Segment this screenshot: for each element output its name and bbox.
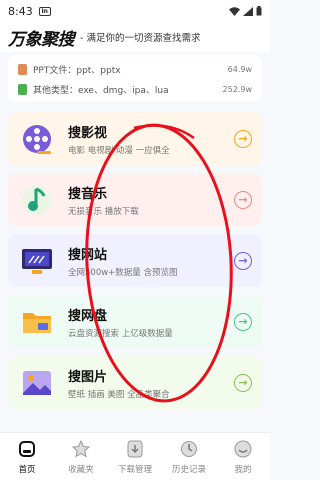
image-icon <box>23 370 51 395</box>
tab-label: 收藏夹 <box>68 464 94 475</box>
file-type-row-ppt[interactable]: PPT文件：ppt、pptx 64.9w <box>18 59 252 79</box>
file-type-label: PPT文件：ppt、pptx <box>33 65 121 76</box>
wifi-icon <box>229 6 240 16</box>
card-search-images[interactable]: 搜图片 壁纸 插画 美图 全品类聚合 → <box>8 356 262 409</box>
signal-icon <box>243 6 253 16</box>
tab-label: 首页 <box>18 464 36 475</box>
music-note-icon <box>22 184 52 215</box>
bottom-tab-bar: 首页 收藏夹 下载管理 历史记录 我的 <box>0 432 270 480</box>
file-type-card: PPT文件：ppt、pptx 64.9w 其他类型：exe、dmg、ipa、lu… <box>8 55 262 102</box>
arrow-right-icon[interactable]: → <box>234 129 252 148</box>
file-type-count: 64.9w <box>227 64 252 74</box>
brand-logo-text: 万象聚搜 <box>8 29 75 50</box>
card-desc: 无损音乐 播放下载 <box>68 206 139 217</box>
status-time: 8:43 <box>8 4 33 18</box>
card-title: 搜音乐 <box>68 186 108 202</box>
star-icon <box>71 439 91 457</box>
card-search-cloud-drive[interactable]: 搜网盘 云盘资源搜索 上亿级数据量 → <box>8 295 262 348</box>
card-search-music[interactable]: 搜音乐 无损音乐 播放下载 → <box>8 173 262 226</box>
tab-label: 历史记录 <box>171 464 206 475</box>
tab-label: 我的 <box>234 464 252 475</box>
history-icon <box>181 440 197 457</box>
card-title: 搜网站 <box>68 247 108 263</box>
card-desc: 云盘资源搜索 上亿级数据量 <box>68 328 173 339</box>
card-desc: 电影 电视剧 动漫 一应俱全 <box>68 145 170 156</box>
tab-label: 下载管理 <box>117 464 152 475</box>
card-title: 搜图片 <box>68 369 108 385</box>
arrow-right-icon[interactable]: → <box>234 190 252 209</box>
film-reel-icon <box>23 124 51 154</box>
other-file-icon <box>18 83 27 95</box>
download-icon <box>127 440 143 457</box>
file-type-row-other[interactable]: 其他类型：exe、dmg、ipa、lua 252.9w <box>18 79 252 99</box>
monitor-icon <box>22 248 52 274</box>
tab-profile[interactable]: 我的 <box>216 433 270 480</box>
card-search-website[interactable]: 搜网站 全网500w+数据量 含预览图 → <box>8 234 262 287</box>
home-icon <box>19 440 35 457</box>
notification-icon: In <box>38 6 51 16</box>
arrow-right-icon[interactable]: → <box>234 251 252 270</box>
card-desc: 壁纸 插画 美图 全品类聚合 <box>68 389 170 400</box>
app-header: 万象聚搜 - 满足你的一切资源查找需求 <box>0 22 270 52</box>
folder-icon <box>23 312 51 333</box>
tab-favorites[interactable]: 收藏夹 <box>54 433 108 480</box>
card-title: 搜影视 <box>68 125 108 141</box>
tab-home[interactable]: 首页 <box>0 433 54 480</box>
arrow-right-icon[interactable]: → <box>234 312 252 331</box>
tab-downloads[interactable]: 下载管理 <box>108 433 162 480</box>
card-search-video[interactable]: 搜影视 电影 电视剧 动漫 一应俱全 → <box>8 112 262 165</box>
battery-icon <box>256 6 262 16</box>
file-type-count: 252.9w <box>222 84 252 94</box>
profile-icon <box>234 440 252 457</box>
card-title: 搜网盘 <box>68 308 108 324</box>
ppt-file-icon <box>18 63 27 75</box>
file-type-label: 其他类型：exe、dmg、ipa、lua <box>33 85 169 96</box>
tagline: - 满足你的一切资源查找需求 <box>80 33 201 44</box>
card-desc: 全网500w+数据量 含预览图 <box>68 267 178 278</box>
arrow-right-icon[interactable]: → <box>234 373 252 392</box>
status-bar: 8:43 In <box>0 0 270 22</box>
category-cards: 搜影视 电影 电视剧 动漫 一应俱全 → 搜音乐 无损音乐 播放下载 → 搜网站… <box>8 112 262 417</box>
tab-history[interactable]: 历史记录 <box>162 433 216 480</box>
